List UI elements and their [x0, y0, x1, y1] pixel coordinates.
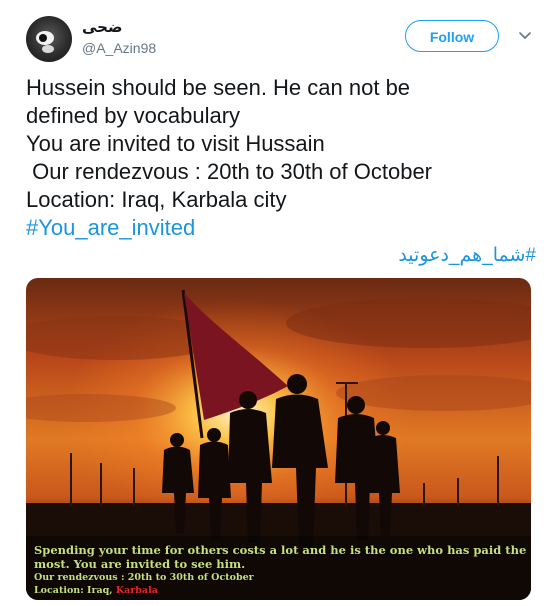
hashtag-link[interactable]: #You_are_invited: [26, 214, 536, 242]
photo-caption: Spending your time for others costs a lo…: [34, 543, 529, 597]
caption-rendezvous: Our rendezvous : 20th to 30th of October: [34, 572, 254, 583]
user-names: ضحی @A_Azin98: [82, 18, 156, 58]
tweet-line: Hussein should be seen. He can not be: [26, 75, 411, 100]
tweet-header: ضحی @A_Azin98 Follow: [26, 14, 536, 64]
tweet-text: Hussein should be seen. He can not be de…: [26, 74, 536, 270]
tweet-photo[interactable]: Spending your time for others costs a lo…: [26, 278, 531, 600]
tweet-line: defined by vocabulary: [26, 103, 241, 128]
tweet-line: Location: Iraq, Karbala city: [26, 187, 287, 212]
follow-button[interactable]: Follow: [405, 20, 499, 52]
hashtag-link-persian[interactable]: #شما_هم_دعوتید: [26, 242, 536, 270]
caption-location: Location: Iraq, Karbala: [34, 584, 529, 597]
display-name[interactable]: ضحی: [82, 18, 156, 38]
caption-location-city: Karbala: [115, 585, 158, 596]
caption-line: Spending your time for others costs a lo…: [34, 543, 527, 571]
tweet-line: Our rendezvous : 20th to 30th of October: [26, 159, 433, 184]
tweet-line: You are invited to visit Hussain: [26, 131, 325, 156]
avatar[interactable]: [26, 16, 72, 62]
chevron-down-icon[interactable]: [516, 26, 534, 44]
user-handle[interactable]: @A_Azin98: [82, 38, 156, 58]
caption-location-prefix: Location: Iraq,: [34, 585, 116, 596]
